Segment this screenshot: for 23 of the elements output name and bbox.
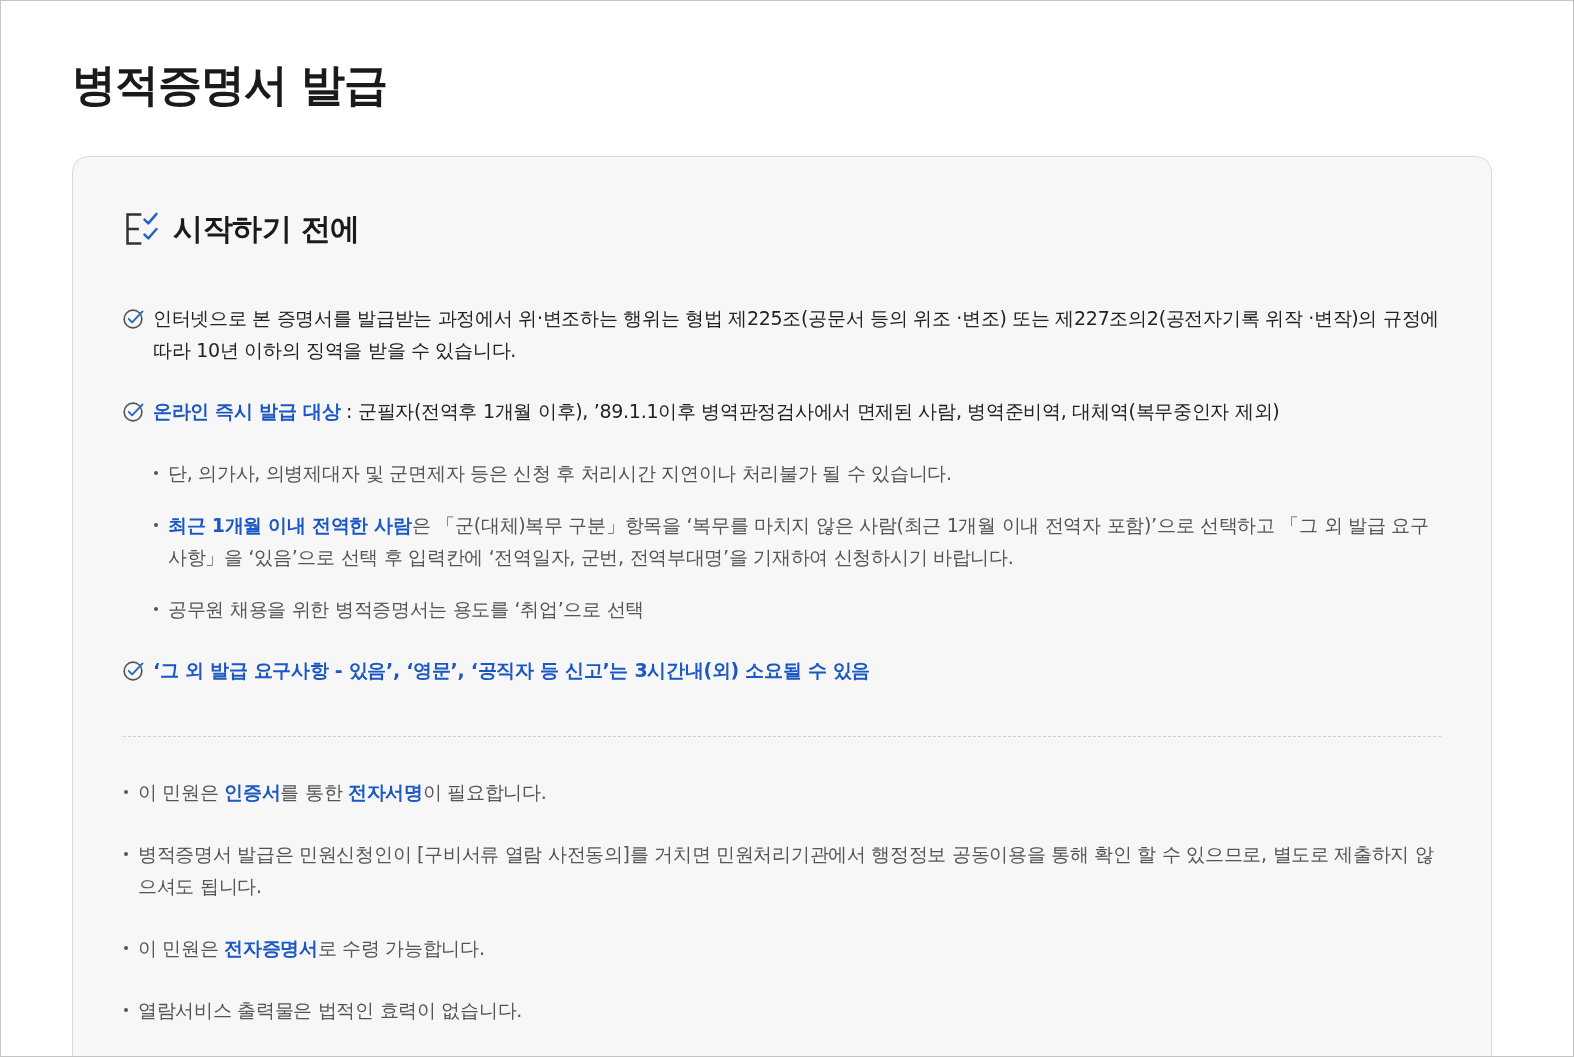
bullet-icon	[124, 790, 128, 794]
note-text: 최근 1개월 이내 전역한 사람은 「군(대체)복무 구분」항목을 ‘복무를 마치지 않은 사람(최근 1개월 이내 전역자 포함)’으로 선택하고 「그 외 발급 요구사항」을 ‘있음’으로 선택 후 입력칸에 ‘전역일자, 군번, 전역부대명’을 기재하여 신청하시기 바랍니다.	[168, 513, 1430, 570]
footnote-text: 열람서비스 출력물은 법적인 효력이 없습니다.	[138, 998, 522, 1023]
notice-text: 온라인 즉시 발급 대상 : 군필자(전역후 1개월 이후), ’89.1.1이후 병역판정검사에서 면제된 사람, 병역준비역, 대체역(복무중인자 제외)	[153, 399, 1280, 424]
check-circle-icon	[123, 308, 144, 329]
bullet-icon	[154, 607, 158, 611]
footnote-text: 병적증명서 발급은 민원신청인이 [구비서류 열람 사전동의]를 거치면 민원처리기관에서 행정정보 공동이용을 통해 확인 할 수 있으므로, 별도로 제출하지 않으셔도 됩니다.	[138, 842, 1435, 899]
note-text: 공무원 채용을 위한 병적증명서는 용도를 ‘취업’으로 선택	[168, 597, 645, 622]
footnote-text: 이 민원은 인증서를 통한 전자서명이 필요합니다.	[138, 780, 547, 805]
notice-text: 인터넷으로 본 증명서를 발급받는 과정에서 위·변조하는 행위는 형법 제225조(공문서 등의 위조 ·변조) 또는 제227조의2(공전자기록 위작 ·변작)의 규정에 따라 10년 이하의 징역을 받을 수 있습니다.	[153, 306, 1440, 363]
bullet-icon	[124, 852, 128, 856]
section-heading: 시작하기 전에	[173, 210, 360, 248]
bullet-icon	[124, 1008, 128, 1012]
notice-text: ‘그 외 발급 요구사항 - 있음’, ‘영문’, ‘공직자 등 신고’는 3시간내(외) 소요될 수 있음	[153, 658, 870, 683]
checklist-icon	[125, 212, 159, 246]
note-text: 단, 의가사, 의병제대자 및 군면제자 등은 신청 후 처리시간 지연이나 처리불가 될 수 있습니다.	[168, 461, 952, 486]
bullet-icon	[124, 946, 128, 950]
page-title: 병적증명서 발급	[72, 58, 388, 112]
footnote-text: 이 민원은 전자증명서로 수령 가능합니다.	[138, 936, 485, 961]
check-circle-icon	[123, 401, 144, 422]
check-circle-icon	[123, 660, 144, 681]
bullet-icon	[154, 523, 158, 527]
bullet-icon	[154, 471, 158, 475]
